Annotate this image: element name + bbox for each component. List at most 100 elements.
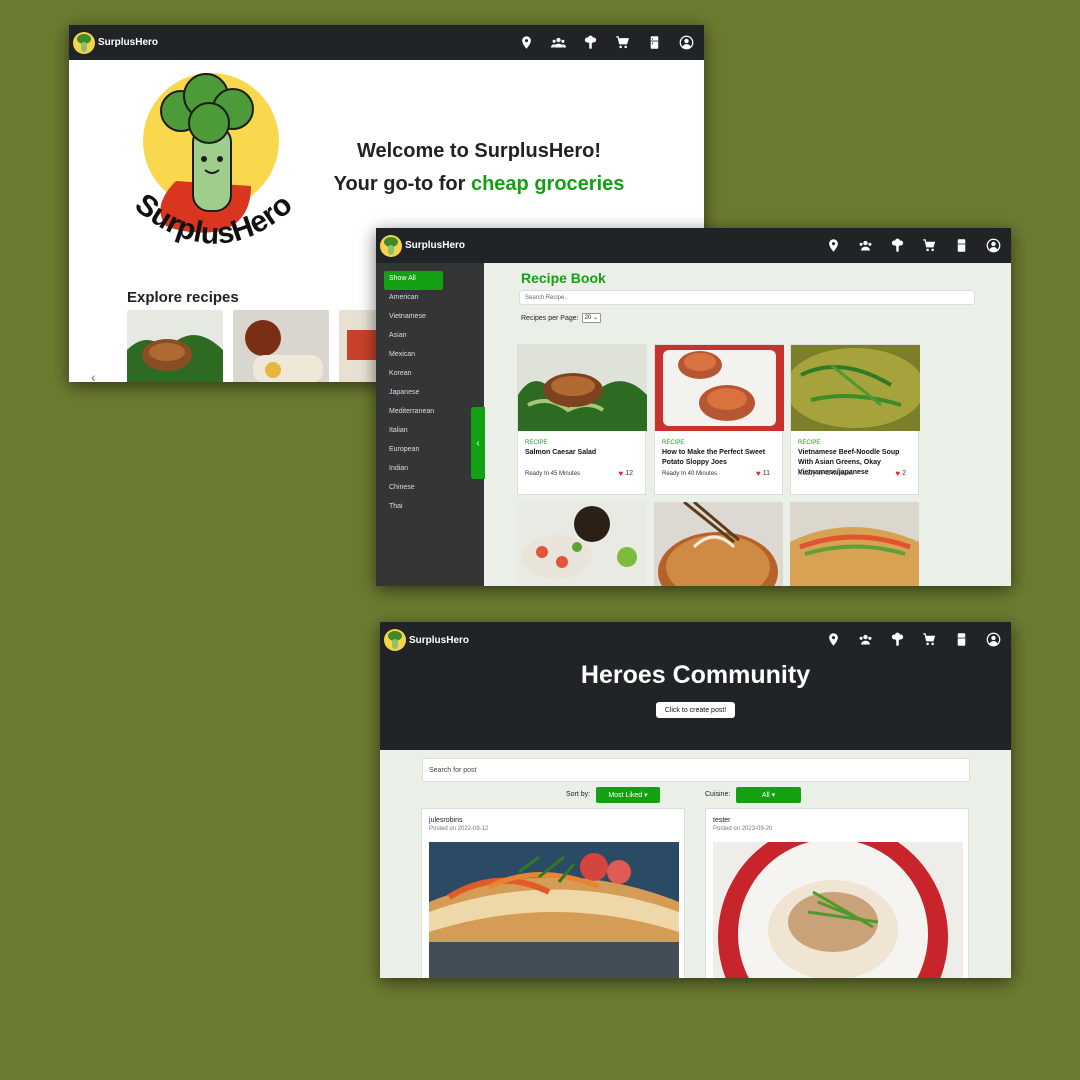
recipe-card[interactable]: RECIPE Vietnamese Beef-Noodle Soup With … bbox=[790, 344, 920, 495]
sidebar-item-vietnamese[interactable]: Vietnamese bbox=[384, 309, 484, 328]
brand-logo bbox=[73, 31, 95, 54]
heart-icon: ♥ bbox=[618, 469, 624, 478]
navbar: SurplusHero bbox=[376, 228, 1011, 263]
post-username[interactable]: julesrobins bbox=[429, 817, 684, 824]
sidebar-item-american[interactable]: American bbox=[384, 290, 484, 309]
cuisine-dropdown[interactable]: All ▾ bbox=[736, 787, 801, 803]
sort-dropdown[interactable]: Most Liked ▾ bbox=[596, 787, 660, 803]
explore-heading: Explore recipes bbox=[127, 289, 239, 306]
post-date: Posted on 2023-09-20 bbox=[713, 826, 773, 832]
fridge-icon[interactable] bbox=[945, 228, 977, 263]
welcome-subtitle: Your go-to for cheap groceries bbox=[319, 173, 639, 196]
nav-icons bbox=[817, 228, 1009, 263]
brand[interactable]: SurplusHero bbox=[73, 31, 159, 54]
community-icon[interactable] bbox=[542, 25, 574, 60]
sidebar-item-indian[interactable]: Indian bbox=[384, 461, 484, 480]
per-page-control: Recipes per Page: 20 ⌄ bbox=[521, 313, 601, 323]
recipe-likes[interactable]: ♥ 2 bbox=[895, 469, 906, 478]
explore-recipe-thumb[interactable] bbox=[339, 310, 379, 382]
page-title: Recipe Book bbox=[521, 270, 606, 286]
post-image bbox=[429, 842, 679, 978]
recipe-search-input[interactable]: Search Recipe.. bbox=[519, 290, 975, 305]
brand-name: SurplusHero bbox=[405, 240, 466, 251]
chevron-left-icon: ‹ bbox=[476, 437, 480, 449]
community-icon[interactable] bbox=[849, 622, 881, 657]
broccoli-icon[interactable] bbox=[881, 622, 913, 657]
recipe-card-image[interactable] bbox=[654, 502, 783, 586]
post-image bbox=[713, 842, 963, 978]
sidebar-collapse-button[interactable]: ‹ bbox=[471, 407, 485, 479]
caret-down-icon: ▾ bbox=[771, 792, 776, 799]
per-page-label: Recipes per Page: bbox=[521, 314, 579, 322]
navbar: SurplusHero bbox=[380, 622, 1011, 658]
recipe-tag: RECIPE bbox=[525, 440, 548, 446]
create-post-button[interactable]: Click to create post! bbox=[656, 702, 735, 718]
per-page-select[interactable]: 20 ⌄ bbox=[581, 313, 601, 323]
subtitle-highlight: cheap groceries bbox=[470, 173, 625, 195]
sidebar-item-italian[interactable]: Italian bbox=[384, 423, 484, 442]
sidebar-item-japanese[interactable]: Japanese bbox=[384, 385, 484, 404]
community-header: Heroes Community Click to create post! bbox=[380, 658, 1011, 750]
brand-logo bbox=[380, 234, 402, 257]
brand-name: SurplusHero bbox=[98, 37, 159, 48]
recipe-image bbox=[655, 345, 784, 431]
cart-icon[interactable] bbox=[913, 228, 945, 263]
fridge-icon[interactable] bbox=[638, 25, 670, 60]
welcome-block: Welcome to SurplusHero! Your go-to for c… bbox=[319, 140, 639, 196]
recipe-card[interactable]: RECIPE How to Make the Perfect Sweet Pot… bbox=[654, 344, 784, 495]
sidebar-item-show-all[interactable]: Show All bbox=[384, 271, 443, 290]
page-title: Heroes Community bbox=[580, 661, 811, 689]
sidebar-item-thai[interactable]: Thai bbox=[384, 499, 484, 518]
sort-label: Sort by: bbox=[566, 791, 591, 798]
cuisine-sidebar: Show All American Vietnamese Asian Mexic… bbox=[376, 263, 484, 586]
recipe-image bbox=[518, 345, 647, 431]
heart-icon: ♥ bbox=[895, 469, 901, 478]
recipe-book-window: SurplusHero Show All American Vietnamese… bbox=[376, 228, 1011, 586]
recipe-image bbox=[791, 345, 920, 431]
recipe-ready-time: Ready In 45 Minutes bbox=[525, 471, 581, 477]
navbar: SurplusHero bbox=[69, 25, 704, 60]
cart-icon[interactable] bbox=[606, 25, 638, 60]
post-card[interactable]: tester Posted on 2023-09-20 bbox=[705, 808, 969, 978]
location-icon[interactable] bbox=[510, 25, 542, 60]
recipe-card-image[interactable] bbox=[517, 502, 646, 586]
brand[interactable]: SurplusHero bbox=[384, 629, 469, 651]
recipe-likes[interactable]: ♥ 11 bbox=[756, 469, 770, 478]
account-icon[interactable] bbox=[977, 228, 1009, 263]
nav-icons bbox=[510, 25, 702, 60]
sidebar-item-korean[interactable]: Korean bbox=[384, 366, 484, 385]
broccoli-icon[interactable] bbox=[574, 25, 606, 60]
account-icon[interactable] bbox=[670, 25, 702, 60]
per-page-value: 20 bbox=[584, 315, 592, 321]
explore-recipe-thumb[interactable] bbox=[127, 310, 223, 382]
recipe-likes[interactable]: ♥ 12 bbox=[618, 469, 633, 478]
sidebar-item-mexican[interactable]: Mexican bbox=[384, 347, 484, 366]
post-date: Posted on 2022-09-12 bbox=[429, 826, 489, 832]
community-icon[interactable] bbox=[849, 228, 881, 263]
location-icon[interactable] bbox=[817, 228, 849, 263]
recipe-tag: RECIPE bbox=[798, 440, 821, 446]
carousel-prev-icon[interactable]: ‹ bbox=[91, 369, 96, 382]
cart-icon[interactable] bbox=[913, 622, 945, 657]
sidebar-item-asian[interactable]: Asian bbox=[384, 328, 484, 347]
brand-logo bbox=[384, 629, 406, 651]
brand[interactable]: SurplusHero bbox=[380, 234, 466, 257]
recipe-card-image[interactable] bbox=[790, 502, 919, 586]
sidebar-item-chinese[interactable]: Chinese bbox=[384, 480, 484, 499]
broccoli-icon[interactable] bbox=[881, 228, 913, 263]
sidebar-item-mediterranean[interactable]: Mediterranean bbox=[384, 404, 484, 423]
recipe-card[interactable]: RECIPE Salmon Caesar Salad Ready In 45 M… bbox=[517, 344, 647, 495]
recipe-tag: RECIPE bbox=[662, 440, 685, 446]
recipe-ready-time: Ready In 40 Minutes bbox=[662, 471, 718, 477]
location-icon[interactable] bbox=[817, 622, 849, 657]
explore-recipe-thumb[interactable] bbox=[233, 310, 329, 382]
subtitle-prefix: Your go-to for bbox=[333, 173, 471, 195]
post-username[interactable]: tester bbox=[713, 817, 968, 824]
fridge-icon[interactable] bbox=[945, 622, 977, 657]
post-card[interactable]: julesrobins Posted on 2022-09-12 bbox=[421, 808, 685, 978]
post-search-input[interactable]: Search for post bbox=[422, 758, 970, 782]
welcome-title: Welcome to SurplusHero! bbox=[356, 140, 602, 162]
account-icon[interactable] bbox=[977, 622, 1009, 657]
chevron-down-icon: ⌄ bbox=[592, 315, 598, 321]
sidebar-item-european[interactable]: European bbox=[384, 442, 484, 461]
